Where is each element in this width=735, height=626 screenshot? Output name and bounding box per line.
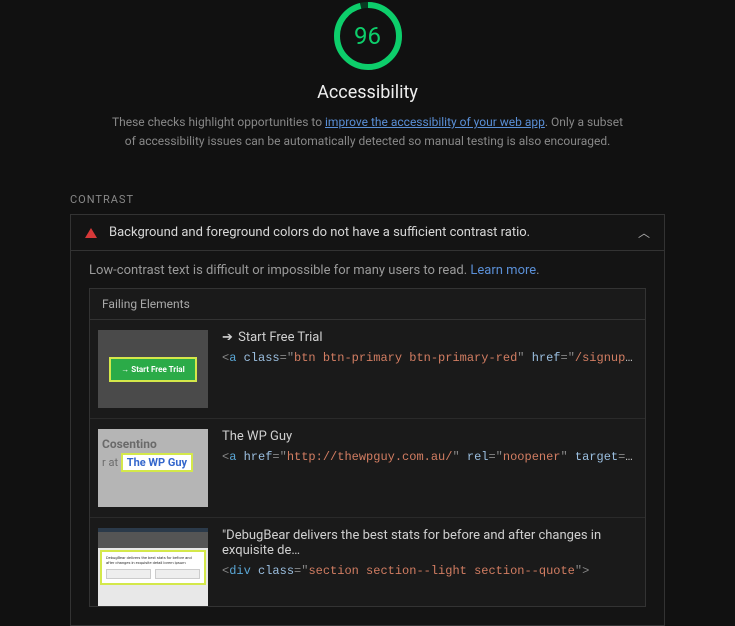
- audit-title: Background and foreground colors do not …: [109, 225, 638, 240]
- failing-elements-header: Failing Elements: [90, 289, 645, 320]
- chevron-up-icon: ︿: [638, 224, 650, 241]
- element-thumbnail: → Start Free Trial: [98, 330, 208, 408]
- element-label: The WP Guy: [222, 429, 637, 444]
- failing-elements-box: Failing Elements → Start Free Trial ➔ St…: [89, 288, 646, 607]
- score-value: 96: [332, 0, 404, 72]
- category-description: These checks highlight opportunities to …: [108, 113, 628, 151]
- element-row: → Start Free Trial ➔ Start Free Trial <a…: [90, 320, 645, 419]
- score-gauge: 96: [332, 0, 404, 72]
- learn-more-link[interactable]: Learn more: [470, 263, 536, 278]
- code-snippet: <a class="btn btn-primary btn-primary-re…: [222, 351, 637, 365]
- element-thumbnail: Cosentino r at The WP Guy: [98, 429, 208, 507]
- audit-header[interactable]: Background and foreground colors do not …: [71, 215, 664, 251]
- category-title: Accessibility: [317, 82, 418, 103]
- audit-contrast: Background and foreground colors do not …: [70, 214, 665, 626]
- audit-body: Low-contrast text is difficult or imposs…: [71, 251, 664, 625]
- element-thumbnail: DebugBear delivers the best stats for be…: [98, 528, 208, 606]
- score-area: 96 Accessibility These checks highlight …: [0, 0, 735, 151]
- audit-description: Low-contrast text is difficult or imposs…: [89, 263, 646, 278]
- warning-triangle-icon: [85, 228, 97, 238]
- element-row: Cosentino r at The WP Guy The WP Guy <a …: [90, 419, 645, 518]
- section-label-contrast: CONTRAST: [70, 193, 665, 206]
- element-label: "DebugBear delivers the best stats for b…: [222, 528, 637, 558]
- element-label: ➔ Start Free Trial: [222, 330, 637, 345]
- improve-accessibility-link[interactable]: improve the accessibility of your web ap…: [325, 115, 545, 129]
- code-snippet: <div class="section section--light secti…: [222, 564, 637, 578]
- element-row: DebugBear delivers the best stats for be…: [90, 518, 645, 606]
- code-snippet: <a href="http://thewpguy.com.au/" rel="n…: [222, 450, 637, 464]
